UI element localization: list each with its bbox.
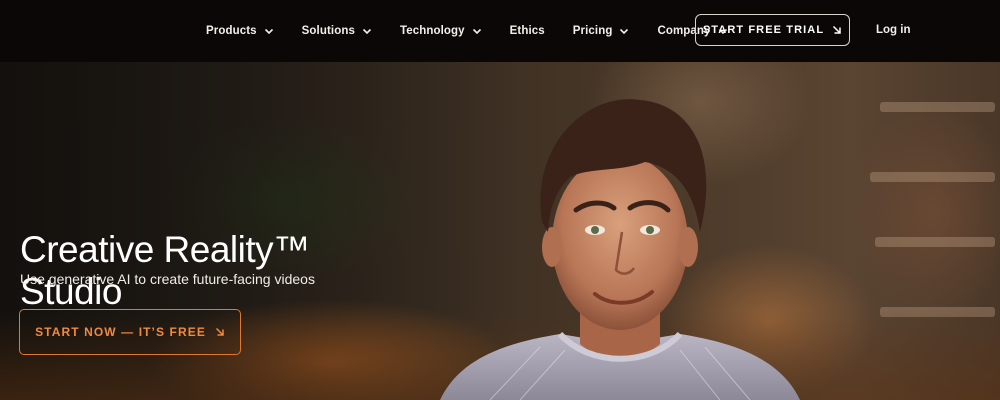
background-shelf <box>875 237 995 247</box>
ai-avatar-image <box>440 99 800 400</box>
nav-item-products[interactable]: Products <box>206 25 274 37</box>
nav-item-label: Technology <box>399 25 465 37</box>
chevron-down-icon <box>472 28 481 35</box>
top-navigation: Products Solutions Technology Ethics Pri… <box>0 0 1000 62</box>
chevron-down-icon <box>362 28 372 35</box>
background-shelf <box>870 172 995 182</box>
chevron-down-icon <box>264 28 273 35</box>
nav-item-ethics[interactable]: Ethics <box>510 25 545 37</box>
chevron-down-icon <box>620 28 629 35</box>
arrow-down-right-icon <box>833 25 841 34</box>
start-free-trial-button[interactable]: START FREE TRIAL <box>695 14 850 46</box>
hero-subtitle: Use generative AI to create future-facin… <box>20 271 315 287</box>
start-button-label: START NOW — IT’S FREE <box>35 325 206 339</box>
nav-item-label: Products <box>206 25 257 37</box>
hero-title-line: Creative Reality™ <box>20 229 310 270</box>
nav-item-technology[interactable]: Technology <box>400 25 482 37</box>
nav-item-pricing[interactable]: Pricing <box>573 25 630 37</box>
trial-button-label: START FREE TRIAL <box>702 24 825 36</box>
nav-menu: Products Solutions Technology Ethics Pri… <box>206 0 756 62</box>
nav-item-label: Solutions <box>301 25 355 37</box>
nav-item-label: Pricing <box>572 25 613 37</box>
nav-item-solutions[interactable]: Solutions <box>302 25 372 37</box>
arrow-down-right-icon <box>215 327 224 336</box>
login-link[interactable]: Log in <box>876 24 911 36</box>
nav-item-label: Ethics <box>509 25 545 37</box>
start-now-button[interactable]: START NOW — IT’S FREE <box>19 309 241 355</box>
background-shelf <box>880 102 995 112</box>
